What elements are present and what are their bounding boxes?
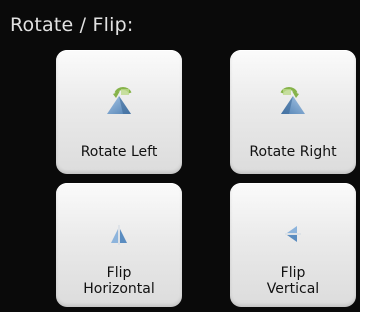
flip-horizontal-button[interactable]: Flip Horizontal	[56, 183, 182, 307]
flip-vertical-icon	[285, 226, 301, 242]
flip-horizontal-label: Flip Horizontal	[83, 265, 155, 297]
panel-title: Rotate / Flip:	[10, 14, 134, 36]
rotate-right-button[interactable]: Rotate Right	[230, 50, 356, 174]
flip-horizontal-icon	[111, 225, 127, 245]
rotate-left-icon	[107, 87, 132, 114]
rotate-flip-panel: Rotate / Flip: Rotate Left Rotate Right …	[0, 0, 360, 312]
rotate-left-button[interactable]: Rotate Left	[56, 50, 182, 174]
rotate-right-icon	[280, 87, 305, 114]
rotate-right-label: Rotate Right	[249, 144, 337, 160]
flip-vertical-button[interactable]: Flip Vertical	[230, 183, 356, 307]
flip-vertical-label: Flip Vertical	[266, 265, 320, 297]
rotate-left-label: Rotate Left	[80, 144, 158, 160]
